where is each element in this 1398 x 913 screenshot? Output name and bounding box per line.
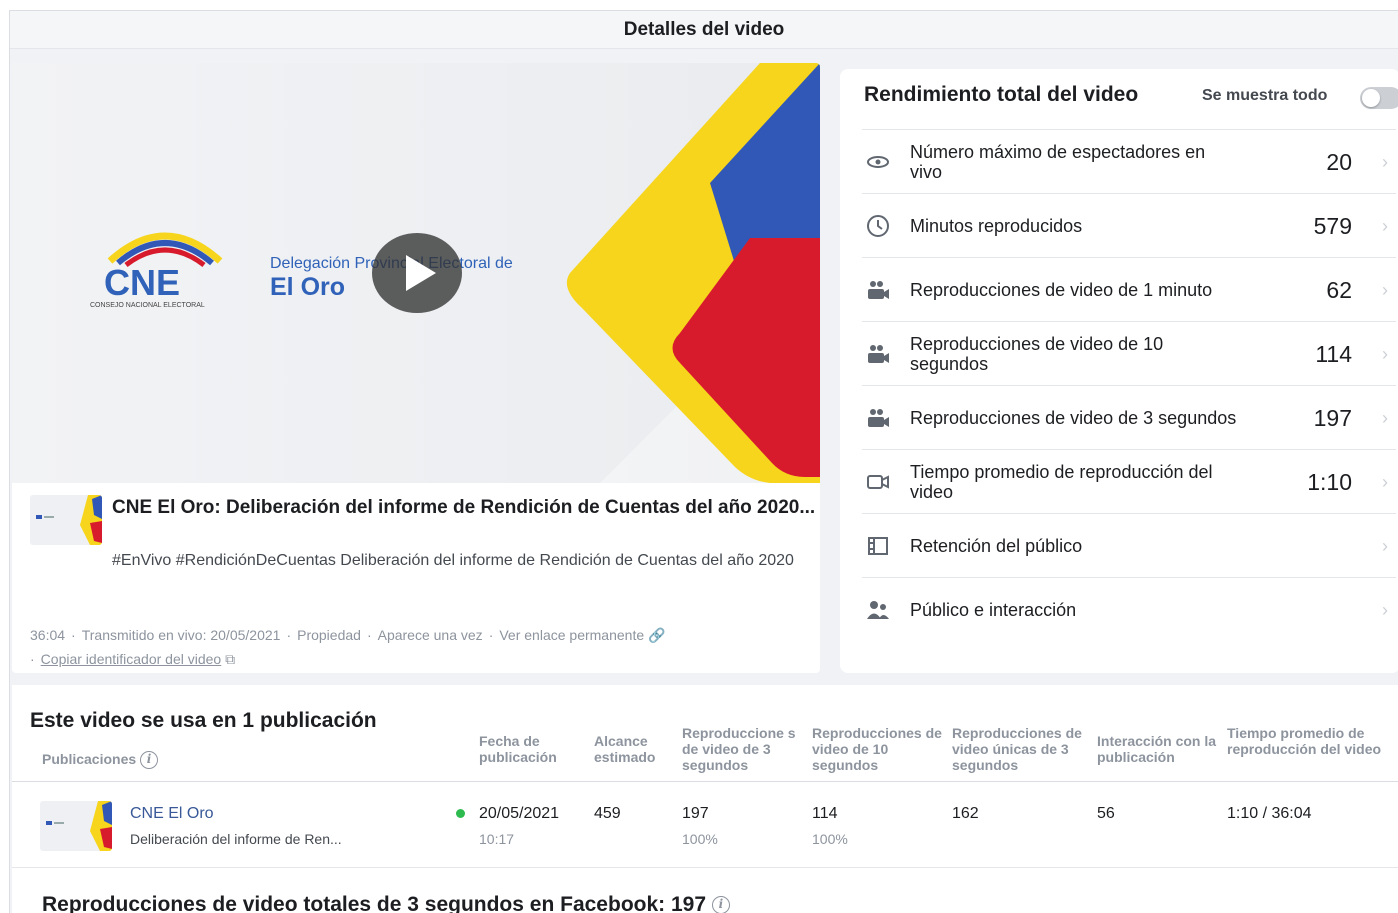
metric-10-second-views[interactable]: Reproducciones de video de 10 segundos 1… bbox=[862, 321, 1396, 385]
show-all-toggle[interactable] bbox=[1360, 87, 1398, 109]
metric-label: Reproducciones de video de 10 segundos bbox=[910, 334, 1164, 374]
publication-date: 20/05/2021 bbox=[479, 805, 560, 822]
header-average-time[interactable]: Tiempo promedio de reproducción del vide… bbox=[1227, 725, 1398, 757]
metric-value: 1:10 bbox=[1307, 468, 1352, 495]
header-10s-views[interactable]: Reproducciones de video de 10 segundos bbox=[812, 725, 946, 773]
publication-reach: 459 bbox=[594, 805, 621, 822]
metric-minutes-viewed[interactable]: Minutos reproducidos 579 › bbox=[862, 193, 1396, 257]
header-publications[interactable]: Publicaciones i bbox=[42, 751, 159, 770]
publication-3s-views: 197 bbox=[682, 805, 709, 822]
header-unique-3s-views[interactable]: Reproducciones de video únicas de 3 segu… bbox=[952, 725, 1088, 773]
post-thumbnail[interactable] bbox=[30, 495, 102, 545]
chevron-right-icon: › bbox=[1382, 343, 1388, 364]
status-dot bbox=[456, 809, 465, 818]
metric-label: Retención del público bbox=[910, 536, 1083, 556]
broadcast-date: Transmitido en vivo: 20/05/2021 bbox=[81, 627, 281, 643]
metric-label: Tiempo promedio de reproducción del vide… bbox=[910, 462, 1213, 502]
metric-value: 197 bbox=[1313, 404, 1352, 431]
publication-10s-views: 114 bbox=[812, 805, 838, 822]
total-3s-views-text: Reproducciones de video totales de 3 seg… bbox=[42, 893, 707, 913]
publication-3s-views-pct: 100% bbox=[682, 831, 718, 847]
publications-title: Este video se usa en 1 publicación bbox=[30, 709, 377, 732]
chevron-right-icon: › bbox=[1382, 279, 1388, 300]
cne-flag-graphic bbox=[566, 63, 820, 483]
header-reach[interactable]: Alcance estimado bbox=[594, 733, 674, 765]
publication-name-link[interactable]: CNE El Oro bbox=[130, 805, 214, 823]
delegation-place: El Oro bbox=[270, 273, 346, 301]
metric-1-minute-views[interactable]: Reproducciones de video de 1 minuto 62 › bbox=[862, 257, 1396, 321]
video-card: CNE CONSEJO NACIONAL ELECTORAL Delegació… bbox=[12, 63, 820, 673]
toggle-knob bbox=[1362, 89, 1380, 107]
chevron-right-icon: › bbox=[1382, 215, 1388, 236]
property-link[interactable]: Propiedad bbox=[297, 627, 361, 643]
row-divider bbox=[12, 867, 1398, 868]
show-all-label: Se muestra todo bbox=[1202, 87, 1328, 104]
total-3s-views: Reproducciones de video totales de 3 seg… bbox=[42, 893, 730, 913]
publication-time: 10:17 bbox=[479, 831, 515, 847]
cne-logo: CNE CONSEJO NACIONAL ELECTORAL bbox=[90, 232, 223, 309]
publication-engagement: 56 bbox=[1097, 805, 1115, 822]
link-icon: 🔗 bbox=[648, 627, 666, 643]
metric-value: 20 bbox=[1326, 148, 1352, 175]
metric-audience-engagement[interactable]: Público e interacción › bbox=[862, 577, 1396, 641]
film-icon bbox=[868, 537, 888, 555]
header-publications-label: Publicaciones bbox=[42, 751, 137, 767]
publication-thumbnail[interactable] bbox=[40, 801, 112, 851]
publication-unique-3s-views: 162 bbox=[952, 805, 979, 822]
metric-value: 579 bbox=[1313, 212, 1352, 239]
chevron-right-icon: › bbox=[1382, 407, 1388, 428]
post-meta: 36:04 · Transmitido en vivo: 20/05/2021 · Pr… bbox=[30, 627, 666, 667]
metric-value: 62 bbox=[1326, 276, 1352, 303]
metric-label: Reproducciones de video de 1 minuto bbox=[910, 280, 1213, 300]
publication-10s-views-pct: 100% bbox=[812, 831, 848, 847]
metric-label: Reproducciones de video de 3 segundos bbox=[910, 408, 1237, 428]
metric-value: 114 bbox=[1315, 340, 1352, 367]
metric-label: Número máximo de espectadores en vivo bbox=[910, 142, 1206, 182]
performance-title: Rendimiento total del video bbox=[864, 83, 1139, 106]
chevron-right-icon: › bbox=[1382, 151, 1388, 172]
audience-video-icon bbox=[868, 345, 889, 363]
permalink-link[interactable]: Ver enlace permanente bbox=[499, 627, 644, 643]
video-details-dialog: Detalles del video CNE CONSEJO NACIONAL … bbox=[9, 10, 1398, 913]
info-icon[interactable]: i bbox=[140, 751, 159, 770]
performance-panel: Rendimiento total del video Se muestra t… bbox=[840, 69, 1398, 673]
chevron-right-icon: › bbox=[1382, 471, 1388, 492]
dialog-title: Detalles del video bbox=[10, 11, 1398, 49]
svg-text:CONSEJO NACIONAL ELECTORAL: CONSEJO NACIONAL ELECTORAL bbox=[90, 302, 205, 309]
play-button[interactable] bbox=[372, 233, 462, 313]
publication-thumbnail-image bbox=[46, 801, 112, 851]
people-icon bbox=[867, 601, 889, 619]
chevron-right-icon: › bbox=[1382, 535, 1388, 556]
audience-video-icon bbox=[868, 409, 889, 427]
publication-description: Deliberación del informe de Ren... bbox=[130, 831, 342, 847]
eye-icon bbox=[867, 156, 889, 168]
copy-video-id-link[interactable]: Copiar identificador del video bbox=[41, 651, 222, 667]
metric-peak-live-viewers[interactable]: Número máximo de espectadores en vivo 20… bbox=[862, 129, 1396, 193]
svg-text:CNE: CNE bbox=[104, 262, 180, 303]
metric-average-watch-time[interactable]: Tiempo promedio de reproducción del vide… bbox=[862, 449, 1396, 513]
clock-icon bbox=[867, 215, 889, 237]
appears-once-text: Aparece una vez bbox=[377, 627, 483, 643]
info-icon[interactable]: i bbox=[711, 896, 730, 913]
video-duration: 36:04 bbox=[30, 627, 66, 643]
publication-average-time: 1:10 / 36:04 bbox=[1227, 805, 1312, 822]
video-camera-icon bbox=[867, 475, 889, 489]
table-divider bbox=[12, 781, 1398, 782]
post-thumbnail-image bbox=[36, 495, 102, 545]
post-description: #EnVivo #RendiciónDeCuentas Deliberación… bbox=[112, 552, 794, 569]
chevron-right-icon: › bbox=[1382, 599, 1388, 620]
video-thumbnail[interactable]: CNE CONSEJO NACIONAL ELECTORAL Delegació… bbox=[12, 63, 820, 483]
metric-audience-retention[interactable]: Retención del público › bbox=[862, 513, 1396, 577]
audience-video-icon bbox=[868, 281, 889, 299]
header-3s-views[interactable]: Reproduccione s de video de 3 segundos bbox=[682, 725, 808, 773]
play-icon bbox=[406, 255, 436, 291]
publications-section: Este video se usa en 1 publicación Publi… bbox=[12, 685, 1398, 913]
post-title[interactable]: CNE El Oro: Deliberación del informe de … bbox=[112, 495, 817, 520]
header-engagement[interactable]: Interacción con la publicación bbox=[1097, 733, 1227, 765]
metric-label: Minutos reproducidos bbox=[910, 216, 1083, 236]
metric-3-second-views[interactable]: Reproducciones de video de 3 segundos 19… bbox=[862, 385, 1396, 449]
header-date[interactable]: Fecha de publicación bbox=[479, 733, 579, 765]
metric-label: Público e interacción bbox=[910, 600, 1077, 620]
copy-icon: ⧉ bbox=[225, 651, 236, 667]
